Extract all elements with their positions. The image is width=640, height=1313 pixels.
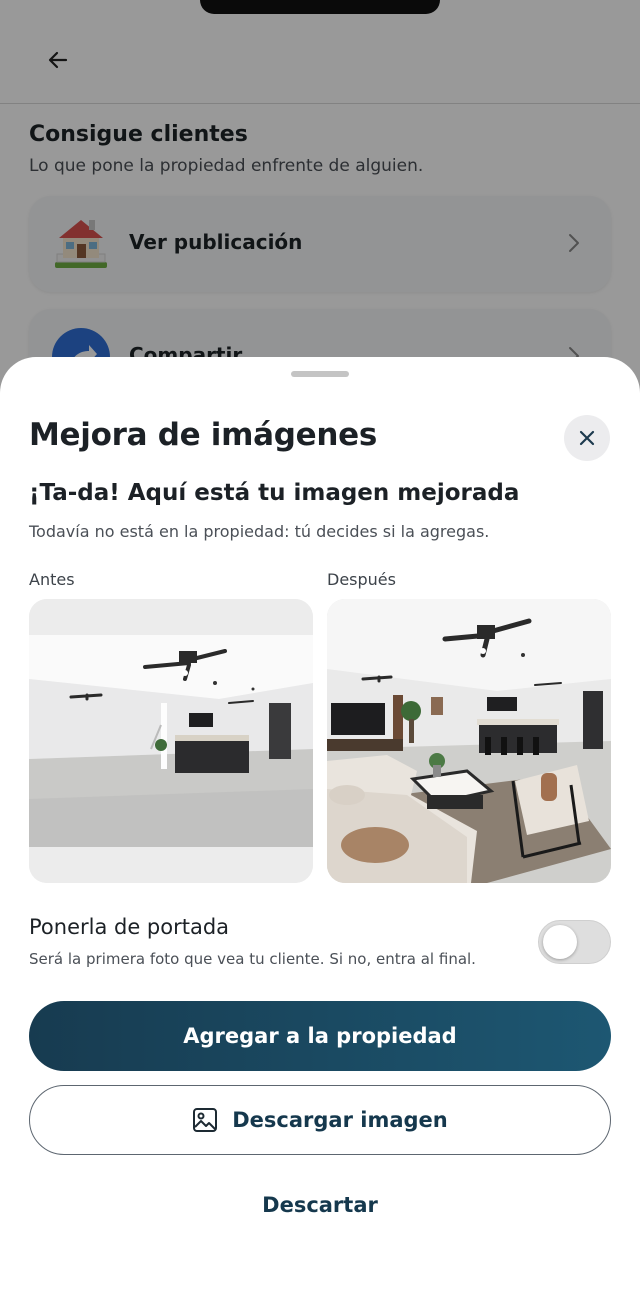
before-image <box>29 599 313 883</box>
after-label: Después <box>327 570 396 589</box>
discard-button[interactable]: Descartar <box>220 1177 420 1233</box>
success-headline: ¡Ta-da! Aquí está tu imagen mejorada <box>29 480 520 506</box>
cover-toggle[interactable] <box>538 920 611 964</box>
image-icon <box>193 1108 218 1132</box>
toggle-knob <box>543 925 577 959</box>
close-button[interactable] <box>564 415 610 461</box>
success-subtext: Todavía no está en la propiedad: tú deci… <box>29 522 490 541</box>
before-label: Antes <box>29 570 75 589</box>
drag-handle[interactable] <box>291 371 349 377</box>
sheet-title: Mejora de imágenes <box>29 417 378 453</box>
add-to-property-button[interactable]: Agregar a la propiedad <box>29 1001 611 1071</box>
image-enhancement-sheet: Mejora de imágenes ¡Ta-da! Aquí está tu … <box>0 357 640 1313</box>
after-image <box>327 599 611 883</box>
cover-subtitle: Será la primera foto que vea tu cliente.… <box>29 950 476 968</box>
download-image-label: Descargar imagen <box>232 1108 448 1132</box>
close-icon <box>579 430 595 446</box>
cover-title: Ponerla de portada <box>29 915 230 939</box>
download-image-button[interactable]: Descargar imagen <box>29 1085 611 1155</box>
